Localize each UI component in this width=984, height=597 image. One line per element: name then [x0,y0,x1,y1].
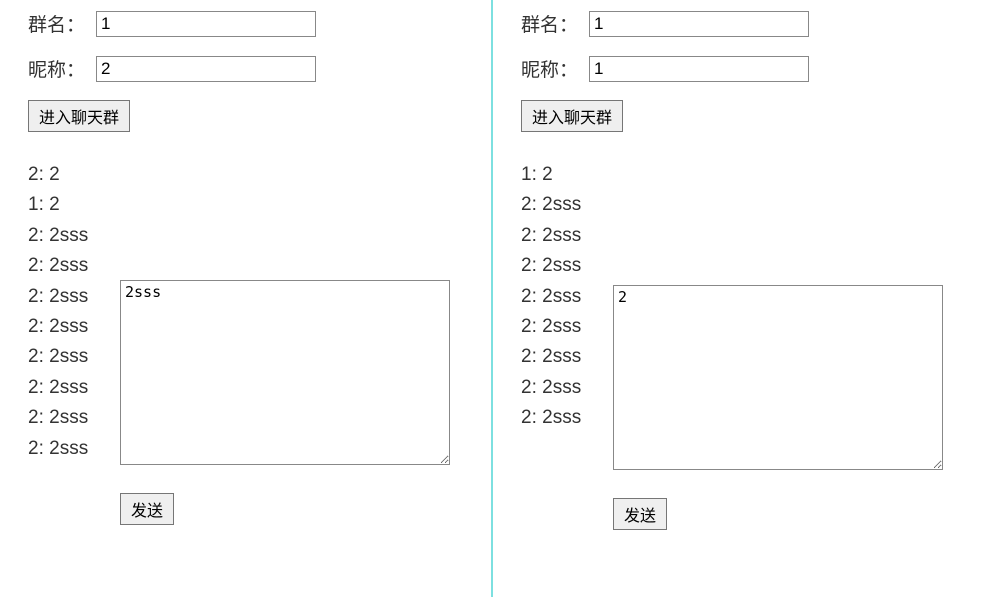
enter-row: 进入聊天群 [28,100,463,132]
nick-row: 昵称： [28,55,463,82]
nick-row: 昵称： [521,55,956,82]
message-row: 2: 2sss [28,221,120,251]
compose-col: 发送 [120,280,463,525]
chat-area: 1: 22: 2sss2: 2sss2: 2sss2: 2sss2: 2sss2… [521,160,956,530]
enter-row: 进入聊天群 [521,100,956,132]
message-row: 2: 2sss [521,282,613,312]
app-container: 群名： 昵称： 进入聊天群 2: 21: 22: 2sss2: 2sss2: 2… [0,0,984,597]
message-row: 2: 2sss [28,282,120,312]
compose-textarea[interactable] [120,280,450,465]
group-label: 群名： [28,10,96,37]
message-row: 2: 2sss [521,221,613,251]
compose-col: 发送 [613,285,956,530]
message-row: 2: 2sss [28,342,120,372]
enter-chat-button[interactable]: 进入聊天群 [521,100,623,132]
message-row: 1: 2 [521,160,613,190]
message-list: 2: 21: 22: 2sss2: 2sss2: 2sss2: 2sss2: 2… [28,160,120,464]
panel-left: 群名： 昵称： 进入聊天群 2: 21: 22: 2sss2: 2sss2: 2… [0,0,493,597]
group-input[interactable] [589,11,809,37]
message-row: 2: 2sss [521,373,613,403]
compose-textarea[interactable] [613,285,943,470]
group-row: 群名： [521,10,956,37]
message-row: 2: 2sss [521,251,613,281]
message-row: 2: 2sss [28,403,120,433]
nick-label: 昵称： [28,55,96,82]
message-row: 2: 2sss [28,312,120,342]
message-row: 2: 2sss [521,190,613,220]
send-button[interactable]: 发送 [613,498,667,530]
message-row: 2: 2sss [521,342,613,372]
send-row: 发送 [613,498,956,530]
chat-area: 2: 21: 22: 2sss2: 2sss2: 2sss2: 2sss2: 2… [28,160,463,525]
group-input[interactable] [96,11,316,37]
message-row: 2: 2sss [521,312,613,342]
nick-input[interactable] [96,56,316,82]
message-row: 2: 2sss [28,251,120,281]
message-row: 2: 2sss [521,403,613,433]
group-label: 群名： [521,10,589,37]
send-button[interactable]: 发送 [120,493,174,525]
enter-chat-button[interactable]: 进入聊天群 [28,100,130,132]
nick-label: 昵称： [521,55,589,82]
message-row: 2: 2 [28,160,120,190]
message-row: 2: 2sss [28,434,120,464]
message-row: 2: 2sss [28,373,120,403]
message-list: 1: 22: 2sss2: 2sss2: 2sss2: 2sss2: 2sss2… [521,160,613,434]
group-row: 群名： [28,10,463,37]
send-row: 发送 [120,493,463,525]
message-row: 1: 2 [28,190,120,220]
panel-right: 群名： 昵称： 进入聊天群 1: 22: 2sss2: 2sss2: 2sss2… [493,0,984,597]
nick-input[interactable] [589,56,809,82]
